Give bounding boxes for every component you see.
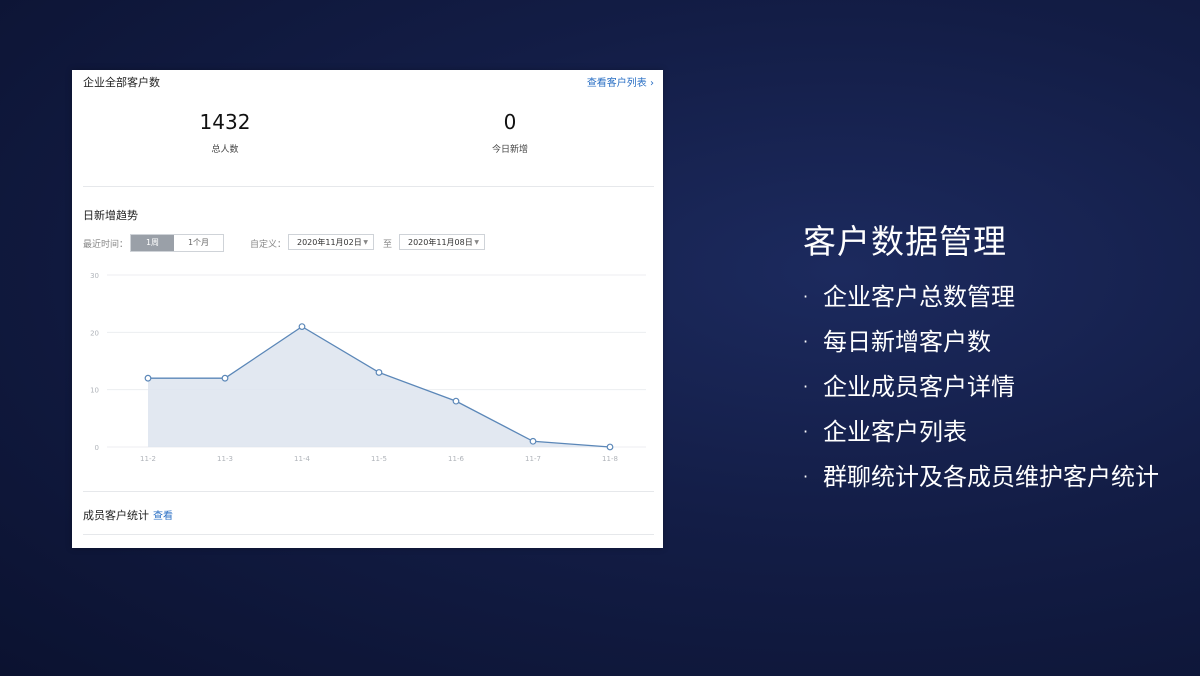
bullet-icon: · xyxy=(803,332,809,351)
daily-new-trend-chart: 0 10 20 30 11-2 11-3 11-4 11-5 11-6 11-7 11-8 xyxy=(90,272,646,463)
chevron-down-icon: ▼ xyxy=(474,239,479,246)
data-point xyxy=(452,397,460,405)
total-count: 1432 xyxy=(199,110,251,134)
date-to-select[interactable]: 2020年11月08日 ▼ xyxy=(399,234,485,250)
member-stats-title: 成员客户统计 查看 xyxy=(83,507,173,523)
data-point xyxy=(375,369,383,376)
total-label: 总人数 xyxy=(211,145,239,155)
y-tick-label: 20 xyxy=(90,329,99,337)
data-point xyxy=(221,374,229,382)
feature-item: · 企业成员客户详情 xyxy=(803,369,1159,414)
bullet-icon: · xyxy=(803,287,809,306)
range-month-option[interactable]: 1个月 xyxy=(174,235,223,251)
feature-list: · 企业客户总数管理 · 每日新增客户数 · 企业成员客户详情 · 企业客户列表 · 群聊… xyxy=(803,279,1159,504)
divider xyxy=(83,534,654,535)
custom-label: 自定义： xyxy=(250,240,287,250)
range-segmented-control: 1周 1个月 xyxy=(130,234,224,252)
view-customer-list-link[interactable]: 查看客户列表 › xyxy=(587,74,654,89)
data-point xyxy=(529,437,537,445)
date-from-select[interactable]: 2020年11月02日 ▼ xyxy=(288,234,374,250)
x-tick-label: 11-6 xyxy=(448,455,464,463)
today-new-count: 0 xyxy=(503,110,517,134)
trend-title: 日新增趋势 xyxy=(83,209,138,222)
divider xyxy=(83,186,654,187)
divider xyxy=(83,491,654,492)
x-tick-label: 11-7 xyxy=(525,455,541,463)
today-new-stat: 0 今日新增 xyxy=(440,110,580,155)
bullet-icon: · xyxy=(803,422,809,441)
member-stats-view-link[interactable]: 查看 xyxy=(153,511,173,522)
feature-item: · 企业客户列表 xyxy=(803,414,1159,459)
y-tick-label: 30 xyxy=(90,272,99,280)
customer-stats-card: 企业全部客户数 查看客户列表 › 1432 总人数 0 今日新增 日新增趋势 最… xyxy=(72,70,663,548)
x-tick-label: 11-4 xyxy=(294,455,310,463)
feature-item: · 企业客户总数管理 xyxy=(803,279,1159,324)
x-tick-label: 11-2 xyxy=(140,455,156,463)
data-point xyxy=(144,374,152,382)
total-stat: 1432 总人数 xyxy=(155,110,295,155)
y-tick-label: 10 xyxy=(90,387,99,395)
bullet-icon: · xyxy=(803,467,809,486)
data-point xyxy=(298,323,306,330)
range-week-option[interactable]: 1周 xyxy=(131,235,174,251)
x-tick-label: 11-8 xyxy=(602,455,618,463)
x-tick-label: 11-5 xyxy=(371,455,387,463)
section-heading: 客户数据管理 xyxy=(803,222,1007,261)
data-point xyxy=(606,443,614,451)
today-new-label: 今日新增 xyxy=(491,145,528,155)
feature-item: · 群聊统计及各成员维护客户统计 xyxy=(803,459,1159,504)
date-from-value: 2020年11月02日 xyxy=(297,238,362,247)
feature-item: · 每日新增客户数 xyxy=(803,324,1159,369)
to-label: 至 xyxy=(383,240,393,250)
date-to-value: 2020年11月08日 xyxy=(408,238,473,247)
chevron-down-icon: ▼ xyxy=(363,239,368,246)
recent-time-label: 最近时间： xyxy=(83,240,129,250)
area-fill xyxy=(148,326,610,447)
y-tick-label: 0 xyxy=(95,444,99,452)
card-title: 企业全部客户数 xyxy=(83,76,160,89)
member-stats-label: 成员客户统计 xyxy=(83,509,149,522)
bullet-icon: · xyxy=(803,377,809,396)
x-tick-label: 11-3 xyxy=(217,455,233,463)
